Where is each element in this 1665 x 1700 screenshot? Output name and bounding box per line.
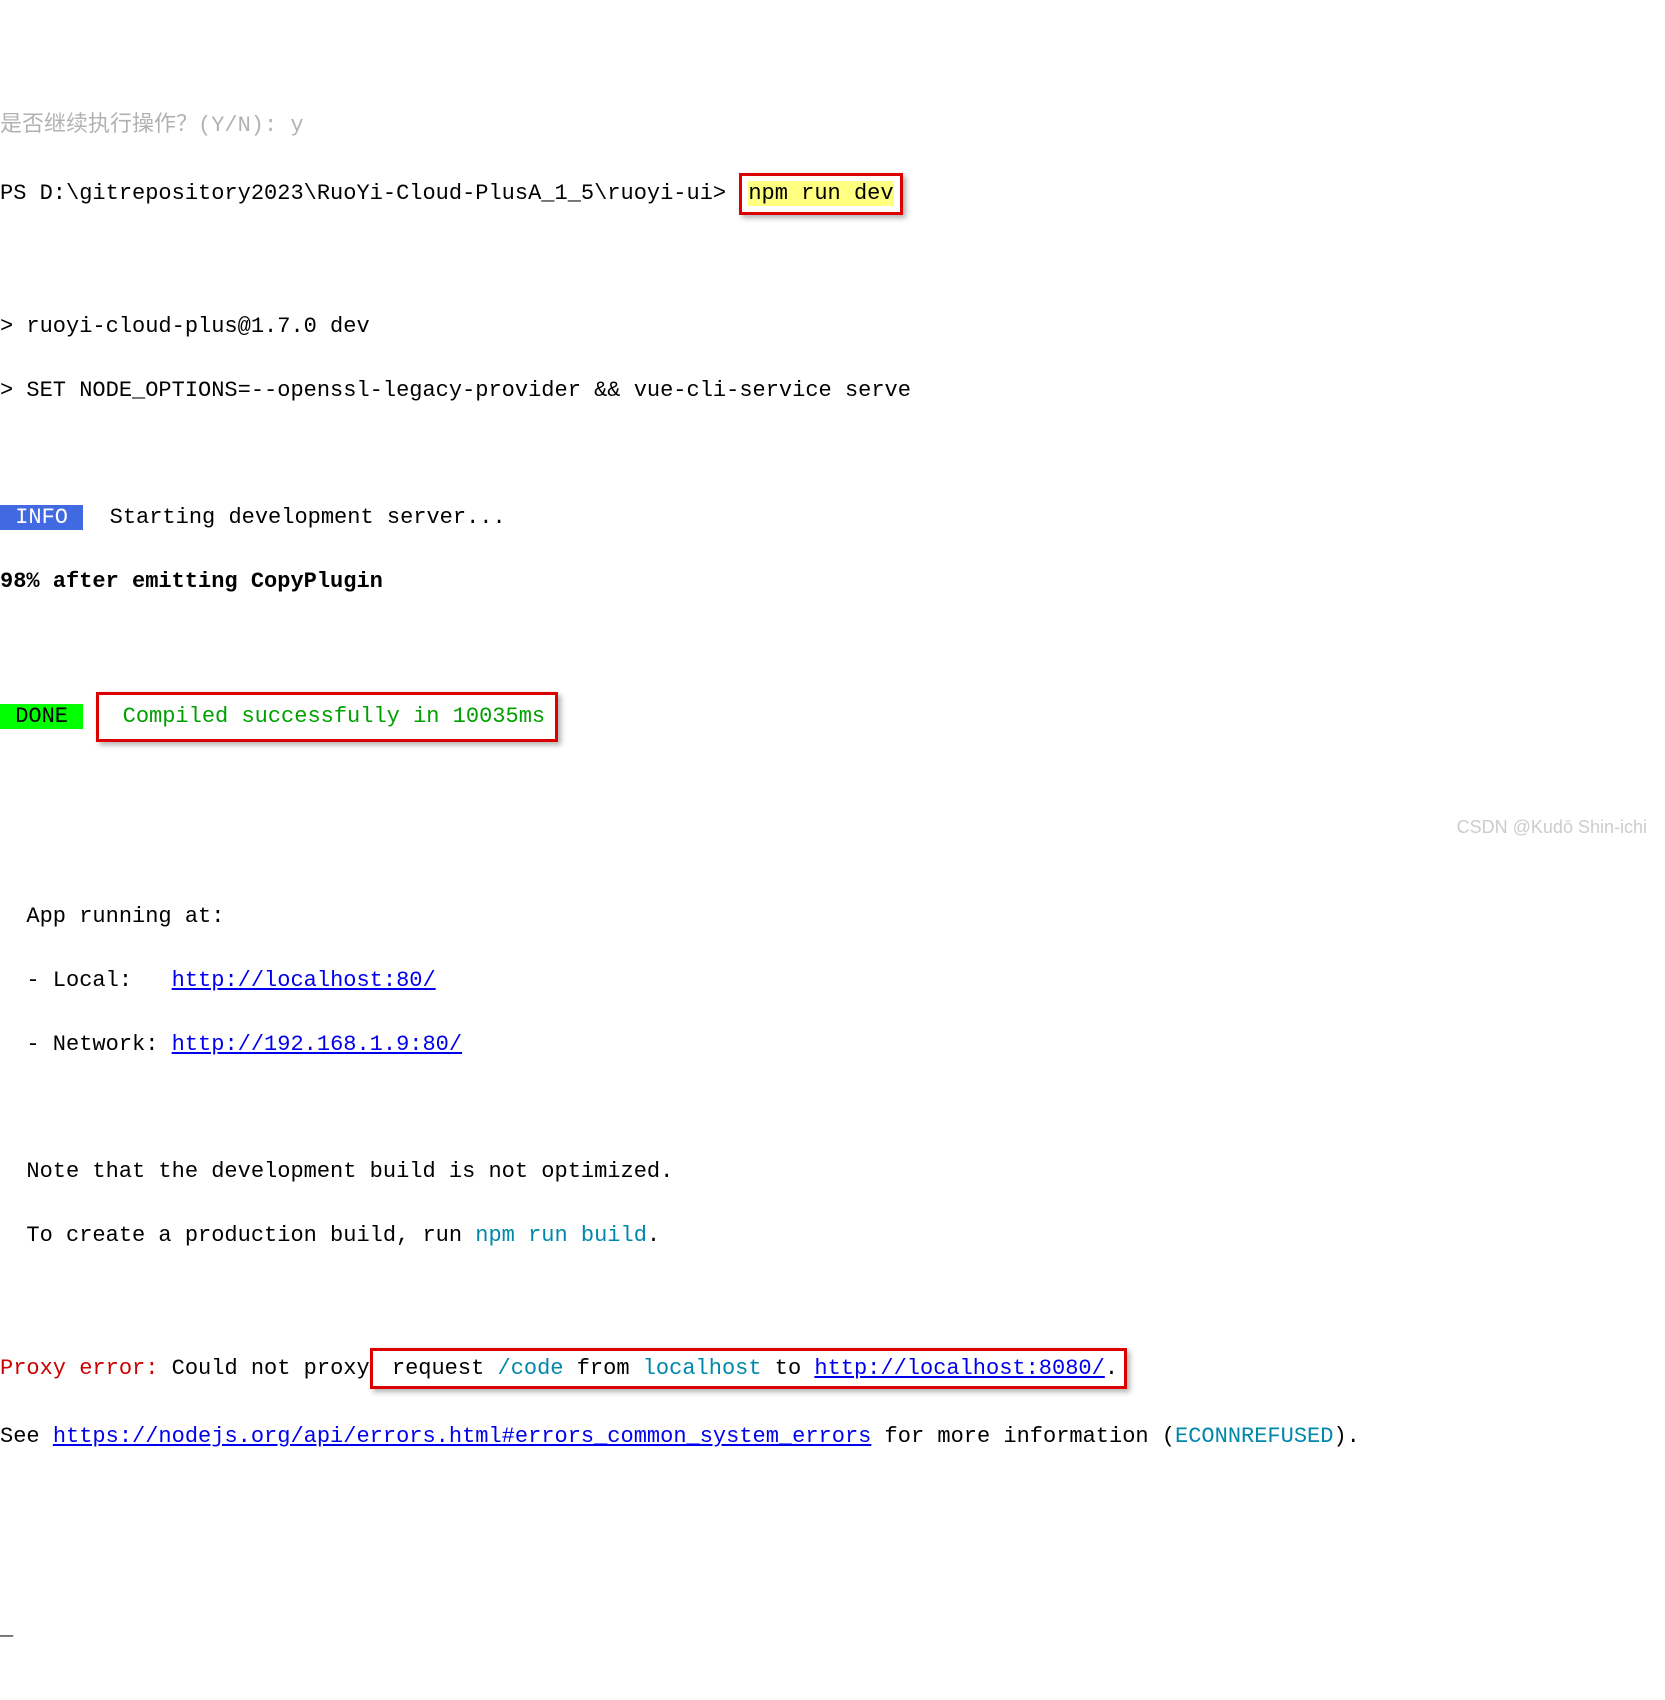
local-url-link[interactable]: http://localhost:80/: [172, 968, 436, 993]
note2-prefix: To create a production build, run: [0, 1223, 475, 1248]
proxy-to: to: [762, 1356, 815, 1381]
network-url-link[interactable]: http://192.168.1.9:80/: [172, 1032, 462, 1057]
done-line: DONE Compiled successfully in 10035ms: [0, 692, 1665, 742]
csdn-watermark: CSDN @Kudō Shin-ichi: [1457, 814, 1647, 840]
highlight-command-box: npm run dev: [739, 173, 902, 215]
blank-line: [0, 837, 1665, 869]
proxy-box-prefix: request: [379, 1356, 498, 1381]
see-mid: for more information (: [871, 1424, 1175, 1449]
blank-line: [0, 1549, 1665, 1581]
script-output-2: > SET NODE_OPTIONS=--openssl-legacy-prov…: [0, 375, 1665, 407]
nodejs-errors-link[interactable]: https://nodejs.org/api/errors.html#error…: [53, 1424, 872, 1449]
blank-line: [0, 1284, 1665, 1316]
see-errors-line: See https://nodejs.org/api/errors.html#e…: [0, 1421, 1665, 1453]
cursor-line[interactable]: _: [0, 1613, 1665, 1645]
info-badge: INFO: [0, 505, 83, 530]
proxy-error-text1: Could not proxy: [158, 1356, 369, 1381]
network-prefix: - Network:: [0, 1032, 172, 1057]
blank-line: [0, 1485, 1665, 1517]
proxy-suffix: .: [1105, 1356, 1118, 1381]
progress-line: 98% after emitting CopyPlugin: [0, 566, 1665, 598]
note-line-2: To create a production build, run npm ru…: [0, 1220, 1665, 1252]
command-text: npm run dev: [748, 181, 893, 206]
script-output-1: > ruoyi-cloud-plus@1.7.0 dev: [0, 311, 1665, 343]
note2-suffix: .: [647, 1223, 660, 1248]
proxy-code: /code: [498, 1356, 564, 1381]
see-suffix: ).: [1333, 1424, 1359, 1449]
truncated-top-line: 是否继续执行操作？(Y/N): y: [0, 110, 1665, 142]
econnrefused-code: ECONNREFUSED: [1175, 1424, 1333, 1449]
note-line-1: Note that the development build is not o…: [0, 1156, 1665, 1188]
proxy-localhost: localhost: [643, 1356, 762, 1381]
blank-line: [0, 630, 1665, 660]
local-url-line: - Local: http://localhost:80/: [0, 965, 1665, 997]
see-prefix: See: [0, 1424, 53, 1449]
highlight-proxy-box: request /code from localhost to http://l…: [370, 1348, 1127, 1390]
blank-line: [0, 438, 1665, 470]
prompt-line: PS D:\gitrepository2023\RuoYi-Cloud-Plus…: [0, 173, 1665, 215]
proxy-from: from: [564, 1356, 643, 1381]
app-running-header: App running at:: [0, 901, 1665, 933]
blank-line: [0, 773, 1665, 805]
proxy-target-link[interactable]: http://localhost:8080/: [814, 1356, 1104, 1381]
proxy-error-line: Proxy error: Could not proxy request /co…: [0, 1348, 1665, 1390]
npm-run-build-cmd: npm run build: [475, 1223, 647, 1248]
done-badge: DONE: [0, 704, 83, 729]
info-text: Starting development server...: [83, 505, 505, 530]
network-url-line: - Network: http://192.168.1.9:80/: [0, 1029, 1665, 1061]
ps-prompt: PS D:\gitrepository2023\RuoYi-Cloud-Plus…: [0, 181, 739, 206]
blank-line: [0, 1092, 1665, 1124]
highlight-compiled-box: Compiled successfully in 10035ms: [96, 692, 558, 742]
blank-line: [0, 247, 1665, 279]
local-prefix: - Local:: [0, 968, 172, 993]
info-line: INFO Starting development server...: [0, 502, 1665, 534]
proxy-error-label: Proxy error:: [0, 1356, 158, 1381]
